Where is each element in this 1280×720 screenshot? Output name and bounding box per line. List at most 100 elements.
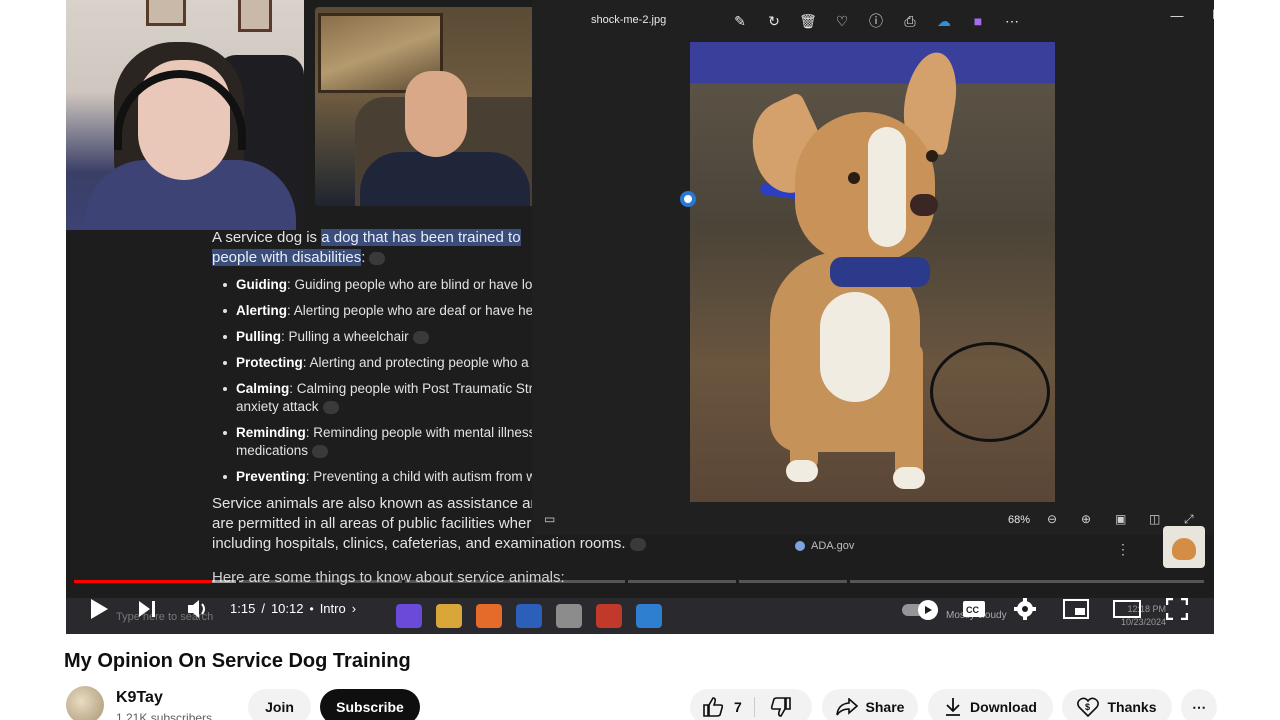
delete-icon[interactable]: 🗑	[796, 10, 820, 32]
intro-colon: :	[361, 249, 366, 266]
viewer-toolbar: ✎ ↻ 🗑 ♡ ⓘ ⎙ ☁ ■ ⋯	[728, 10, 1024, 32]
channel-watermark[interactable]	[1163, 526, 1205, 568]
gear-icon	[1014, 598, 1036, 620]
link-chip-icon[interactable]	[322, 400, 339, 414]
channel-name[interactable]: K9Tay	[116, 689, 163, 707]
more-actions-button[interactable]: ⋯	[1181, 689, 1217, 720]
article-paragraph-2: Here are some things to know about servi…	[212, 569, 565, 586]
thumbs-up-icon	[703, 697, 724, 717]
maximize-icon[interactable]: ☐	[1199, 4, 1214, 26]
youtube-watch-page: A service dog is a dog that has been tra…	[0, 0, 1280, 720]
miniplayer-button[interactable]	[1063, 596, 1089, 622]
like-count: 7	[734, 699, 742, 715]
list-item: Reminding: Reminding people with mental …	[212, 424, 537, 460]
chapter-marker	[736, 580, 739, 583]
duration: 10:12	[270, 601, 304, 616]
progress-played	[74, 580, 213, 583]
super-thanks-icon: $	[1077, 697, 1100, 717]
dog-photo	[690, 42, 1055, 502]
link-chip-icon[interactable]	[629, 537, 646, 551]
thanks-button[interactable]: $ Thanks	[1062, 689, 1172, 720]
progress-bar[interactable]	[74, 580, 1204, 583]
intro-highlight: a dog that has been trained to	[321, 229, 521, 246]
settings-button[interactable]	[1013, 596, 1037, 622]
svg-text:CC: CC	[966, 605, 979, 615]
video-title: My Opinion On Service Dog Training	[64, 650, 411, 672]
window-controls: ☐	[1199, 4, 1214, 26]
more-horizontal-icon: ⋯	[1192, 698, 1206, 715]
print-icon[interactable]: ⎙	[898, 10, 922, 32]
volume-button[interactable]	[186, 596, 210, 622]
subscribe-button[interactable]: Subscribe	[320, 689, 420, 720]
wall-frame	[238, 0, 272, 32]
favorite-icon[interactable]: ♡	[830, 10, 854, 32]
webcam-host	[66, 0, 304, 230]
onedrive-icon[interactable]: ☁	[932, 10, 956, 32]
autoplay-toggle[interactable]	[902, 600, 942, 620]
minimize-icon[interactable]: —	[1158, 4, 1196, 26]
dislike-button[interactable]	[770, 697, 792, 720]
fullscreen-viewer-icon[interactable]: ⤢	[1184, 512, 1194, 527]
link-chip-icon[interactable]	[369, 251, 386, 265]
next-button[interactable]	[136, 596, 158, 622]
link-chip-icon[interactable]	[412, 330, 429, 344]
download-button[interactable]: Download	[928, 689, 1053, 720]
firefox-icon	[476, 604, 502, 628]
dog-blaze	[868, 127, 906, 247]
channel-avatar[interactable]	[66, 686, 104, 720]
loading-cursor-icon	[680, 191, 696, 207]
clipchamp-icon[interactable]: ■	[966, 10, 990, 32]
zoom-in-icon[interactable]: ⊕	[1081, 512, 1091, 526]
captions-button[interactable]: CC	[962, 596, 986, 622]
more-vertical-icon[interactable]: ⋮	[1116, 541, 1130, 558]
info-icon[interactable]: ⓘ	[864, 10, 888, 32]
dog-eye	[848, 172, 860, 184]
leash	[930, 342, 1050, 442]
video-player[interactable]: A service dog is a dog that has been tra…	[66, 0, 1214, 634]
zoom-out-icon[interactable]: ⊖	[1047, 512, 1057, 526]
like-button[interactable]: 7	[702, 697, 742, 717]
filmstrip-icon[interactable]: ▭	[544, 512, 555, 526]
intro-text: A service dog is	[212, 229, 322, 246]
dog-chest	[820, 292, 890, 402]
like-dislike-group: 7	[690, 689, 812, 720]
app-icon	[556, 604, 582, 628]
dog-nose	[910, 194, 938, 216]
chapter-marker	[402, 580, 405, 583]
play-button[interactable]	[88, 596, 110, 622]
volume-icon	[188, 600, 205, 618]
chevron-right-icon[interactable]: ›	[352, 601, 356, 616]
join-button[interactable]: Join	[248, 689, 311, 720]
viewer-bottom-bar: ▭ 68% ⊖ ⊕ ▣ ◫ ⤢	[532, 505, 1214, 535]
list-item: Pulling: Pulling a wheelchair	[212, 328, 537, 346]
viewer-filename: shock-me-2.jpg	[591, 14, 667, 26]
dog-paw	[893, 467, 925, 489]
fit-icon[interactable]: ▣	[1115, 512, 1126, 526]
chapter-dot: •	[309, 601, 314, 616]
share-button[interactable]: Share	[822, 689, 918, 720]
svg-text:$: $	[1085, 702, 1090, 712]
list-item: Protecting: Alerting and protecting peop…	[212, 354, 537, 372]
theater-button[interactable]	[1113, 596, 1141, 622]
chapter-title[interactable]: Intro	[320, 601, 346, 616]
captions-icon: CC	[963, 601, 985, 617]
dog-head	[795, 112, 935, 262]
link-chip-icon[interactable]	[312, 444, 329, 458]
wall-frame	[146, 0, 186, 26]
source-attribution[interactable]: ADA.gov	[795, 540, 854, 552]
edit-icon[interactable]: ✎	[728, 10, 752, 32]
intro-highlight: people with disabilities	[212, 249, 362, 266]
photos-icon	[636, 604, 662, 628]
cat-logo-icon	[1172, 538, 1196, 560]
list-item: Alerting: Alerting people who are deaf o…	[212, 302, 537, 320]
theater-mode-icon	[1113, 600, 1141, 618]
shock-collar	[830, 257, 930, 287]
ada-favicon-icon	[795, 541, 805, 551]
fullscreen-button[interactable]	[1166, 596, 1188, 622]
rotate-icon[interactable]: ↻	[762, 10, 786, 32]
more-options-icon[interactable]: ⋯	[1000, 10, 1024, 32]
dog-eye	[926, 150, 938, 162]
file-explorer-icon	[436, 604, 462, 628]
chapter-marker	[625, 580, 628, 583]
actual-size-icon[interactable]: ◫	[1149, 512, 1160, 526]
